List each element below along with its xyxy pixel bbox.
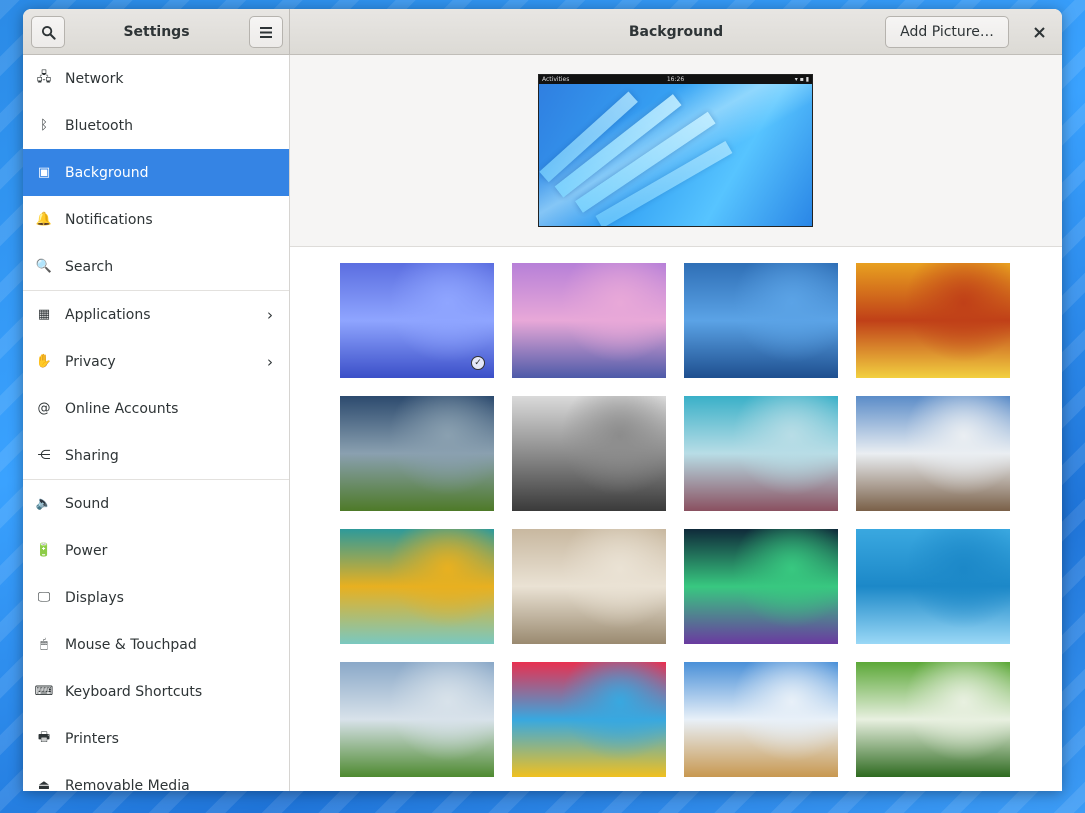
wallpaper-thumbnail-cherry-blossom[interactable]: [684, 396, 838, 511]
wallpaper-thumbnail-mountain-road[interactable]: [856, 396, 1010, 511]
printer-icon: 🖶: [37, 729, 51, 745]
wallpaper-thumbnail-aurora[interactable]: [684, 529, 838, 644]
wallpaper-thumbnail-alpine-meadow[interactable]: [340, 662, 494, 777]
selected-check-icon: ✓: [471, 356, 485, 370]
sidebar-title: Settings: [123, 24, 190, 40]
chevron-right-icon: ›: [267, 305, 273, 324]
wallpaper-thumbnail-adwaita[interactable]: ✓: [340, 263, 494, 378]
desktop-preview: Activities 16:26 ▾ ▪ ▮: [538, 74, 813, 227]
sidebar-item-sharing[interactable]: ⋲ Sharing: [23, 432, 289, 479]
preview-status-icons: ▾ ▪ ▮: [794, 76, 809, 83]
sidebar-item-label: Removable Media: [65, 777, 190, 792]
sidebar-item-background[interactable]: ▣ Background: [23, 149, 289, 196]
sidebar-item-search[interactable]: 🔍 Search: [23, 243, 289, 290]
notifications-bell-icon: 🔔: [35, 212, 53, 227]
search-icon: [41, 25, 56, 40]
sidebar-item-label: Bluetooth: [65, 117, 133, 134]
network-icon: 🖧: [36, 69, 52, 85]
sidebar-item-displays[interactable]: 🖵 Displays: [23, 574, 289, 621]
wallpaper-thumbnail-blue-lagoon[interactable]: [856, 529, 1010, 644]
hamburger-menu-icon: [260, 26, 272, 38]
speaker-icon: 🔈: [35, 496, 53, 511]
main-menu-button[interactable]: [249, 16, 283, 48]
keyboard-icon: ⌨: [34, 684, 54, 699]
wallpaper-thumbnail-dandelions[interactable]: [856, 662, 1010, 777]
wallpaper-thumbnail-colored-pencils[interactable]: [512, 662, 666, 777]
sidebar-item-label: Background: [65, 164, 149, 181]
sidebar-item-network[interactable]: 🖧 Network: [23, 55, 289, 102]
privacy-hand-icon: ✋: [35, 354, 53, 369]
sidebar-item-label: Mouse & Touchpad: [65, 636, 197, 653]
sidebar-item-label: Sound: [65, 495, 110, 512]
close-icon: [1033, 26, 1045, 38]
wallpaper-thumbnail-snowy-sunset[interactable]: [512, 263, 666, 378]
sidebar-item-label: Online Accounts: [65, 400, 179, 417]
sidebar-item-notifications[interactable]: 🔔 Notifications: [23, 196, 289, 243]
search-button[interactable]: [31, 16, 65, 48]
sidebar-item-privacy[interactable]: ✋ Privacy ›: [23, 338, 289, 385]
display-icon: 🖵: [37, 590, 51, 605]
wallpaper-thumbnail-yellow-frog[interactable]: [340, 529, 494, 644]
sidebar-item-label: Power: [65, 542, 108, 559]
sidebar-item-mouse-touchpad[interactable]: 🖱 Mouse & Touchpad: [23, 621, 289, 668]
removable-media-icon: ⏏: [37, 778, 51, 791]
header-bar: Settings Background Add Picture…: [23, 9, 1062, 55]
sidebar-item-keyboard-shortcuts[interactable]: ⌨ Keyboard Shortcuts: [23, 668, 289, 715]
sidebar-item-power[interactable]: 🔋 Power: [23, 527, 289, 574]
sidebar-separator: [23, 479, 289, 480]
sidebar-item-label: Privacy: [65, 353, 116, 370]
sidebar-item-label: Keyboard Shortcuts: [65, 683, 203, 700]
wallpaper-thumbnail-zen-stones[interactable]: [512, 529, 666, 644]
add-picture-button[interactable]: Add Picture…: [885, 16, 1009, 48]
background-panel: Activities 16:26 ▾ ▪ ▮ ✓: [290, 55, 1062, 791]
sidebar-item-applications[interactable]: ▦ Applications ›: [23, 291, 289, 338]
search-icon: 🔍: [35, 259, 53, 274]
preview-clock: 16:26: [666, 76, 685, 83]
wallpaper-thumbnail-misty-pier[interactable]: [512, 396, 666, 511]
settings-window: Settings Background Add Picture… 🖧 Networ…: [23, 9, 1062, 791]
settings-sidebar: 🖧 Network ᛒ Bluetooth ▣ Background 🔔 Notificati…: [23, 55, 290, 791]
sidebar-item-removable-media[interactable]: ⏏ Removable Media: [23, 762, 289, 792]
online-accounts-at-icon: @: [37, 401, 51, 416]
sidebar-separator: [23, 290, 289, 291]
sidebar-item-label: Network: [65, 70, 124, 87]
sidebar-item-label: Search: [65, 258, 114, 275]
close-button[interactable]: [1023, 9, 1055, 55]
sidebar-item-label: Sharing: [65, 447, 119, 464]
sidebar-item-label: Displays: [65, 589, 124, 606]
sidebar-item-sound[interactable]: 🔈 Sound: [23, 480, 289, 527]
wallpaper-thumbnail-green-field[interactable]: [340, 396, 494, 511]
bluetooth-icon: ᛒ: [40, 118, 48, 133]
wallpaper-thumbnail-woven-fabric[interactable]: [856, 263, 1010, 378]
wallpaper-thumbnail-blue-tiles[interactable]: [684, 263, 838, 378]
sidebar-item-bluetooth[interactable]: ᛒ Bluetooth: [23, 102, 289, 149]
sidebar-header: Settings: [23, 9, 290, 55]
applications-grid-icon: ▦: [37, 307, 51, 322]
preview-top-bar: Activities 16:26 ▾ ▪ ▮: [539, 75, 812, 84]
chevron-right-icon: ›: [267, 352, 273, 371]
wallpaper-grid: ✓: [290, 247, 1062, 791]
mouse-icon: 🖱: [40, 637, 48, 652]
sidebar-item-online-accounts[interactable]: @ Online Accounts: [23, 385, 289, 432]
power-battery-icon: 🔋: [35, 543, 53, 558]
sidebar-item-printers[interactable]: 🖶 Printers: [23, 715, 289, 762]
wallpaper-thumbnail-wheat-field[interactable]: [684, 662, 838, 777]
sharing-icon: ⋲: [37, 448, 51, 463]
background-icon: ▣: [37, 165, 51, 180]
sidebar-item-label: Applications: [65, 306, 151, 323]
sidebar-item-label: Notifications: [65, 211, 153, 228]
background-preview-area: Activities 16:26 ▾ ▪ ▮: [290, 55, 1062, 247]
sidebar-item-label: Printers: [65, 730, 119, 747]
